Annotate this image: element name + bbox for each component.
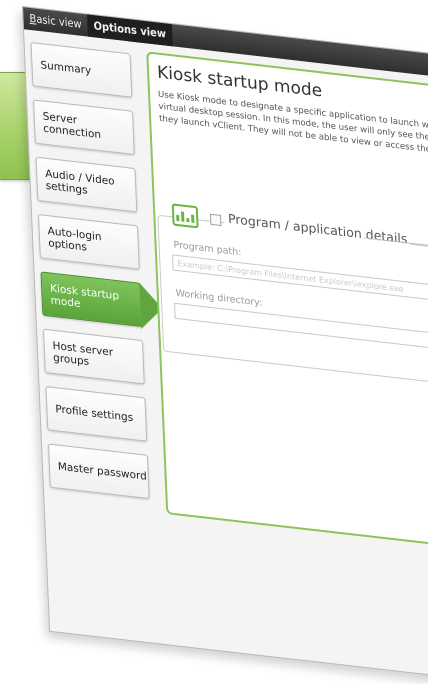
tab-options-view[interactable]: Options view: [87, 14, 173, 47]
page-description: Use Kiosk mode to designate a specific a…: [158, 89, 428, 162]
group-legend: Program / application details: [223, 210, 412, 247]
tab-options-view-label: Options view: [93, 19, 167, 41]
tab-basic-view[interactable]: Basic view: [23, 7, 88, 36]
bar-chart-icon: [171, 203, 199, 229]
sidebar-nav: Summary Server connection Audio / Video …: [30, 42, 169, 514]
program-details-group: Program / application details Program pa…: [157, 203, 428, 389]
sidebar-item-summary[interactable]: Summary: [30, 42, 133, 98]
sidebar-item-label: Summary: [40, 59, 92, 78]
sidebar-item-host-server-groups[interactable]: Host server groups: [42, 328, 145, 385]
sidebar-item-master-password[interactable]: Master password: [47, 443, 150, 500]
sidebar-item-label: Audio / Video settings: [44, 167, 115, 197]
screenshot-scene: Basic view Options view Summary Server c…: [0, 0, 428, 683]
tab-basic-view-label: asic view: [36, 12, 82, 31]
sidebar-item-kiosk-startup-mode[interactable]: Kiosk startup mode: [40, 271, 143, 328]
sidebar-item-audio-video-settings[interactable]: Audio / Video settings: [35, 156, 138, 213]
sidebar-item-label: Profile settings: [55, 403, 134, 425]
working-directory-input[interactable]: [174, 302, 428, 354]
settings-window: Basic view Options view Summary Server c…: [22, 6, 428, 683]
sidebar-item-auto-login-options[interactable]: Auto-login options: [37, 214, 140, 270]
sidebar-item-server-connection[interactable]: Server connection: [33, 99, 135, 156]
sidebar-item-label: Server connection: [42, 110, 102, 142]
content-panel: Kiosk startup mode Use Kiosk mode to des…: [146, 51, 428, 552]
program-details-checkbox[interactable]: [209, 213, 222, 227]
sidebar-item-profile-settings[interactable]: Profile settings: [45, 386, 148, 442]
sidebar-item-label: Kiosk startup mode: [49, 282, 120, 311]
sidebar-item-label: Host server groups: [52, 339, 114, 369]
sidebar-item-label: Auto-login options: [47, 225, 102, 254]
sidebar-item-label: Master password: [57, 460, 148, 483]
